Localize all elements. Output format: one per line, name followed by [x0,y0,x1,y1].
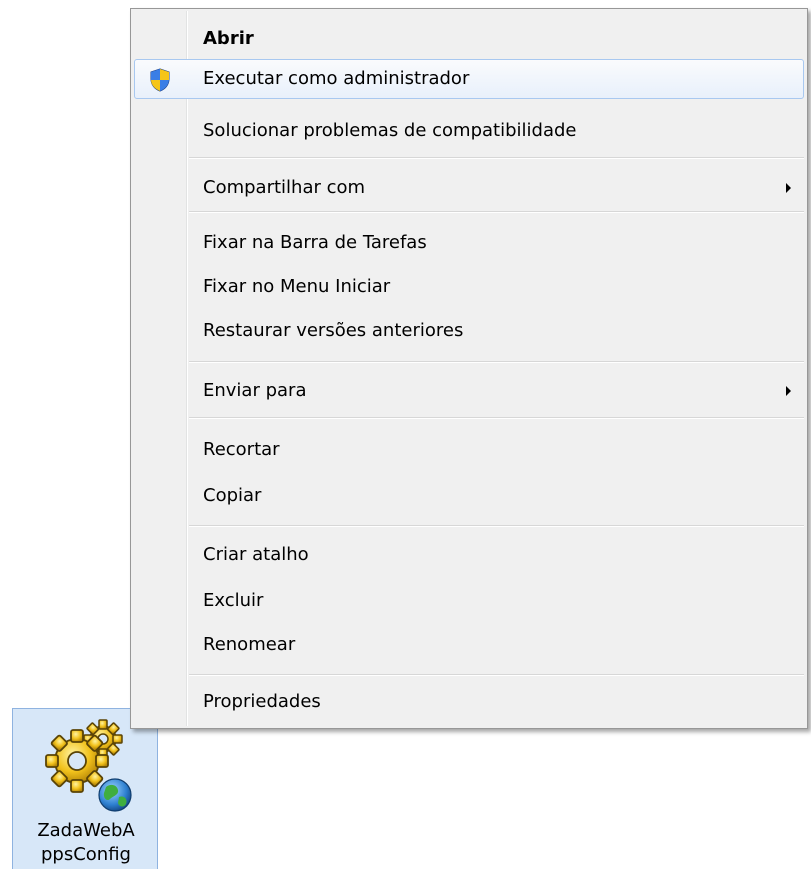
menu-separator [189,211,804,213]
menu-item-renomear[interactable]: Renomear [134,625,804,665]
menu-item-fixar-barra-tarefas[interactable]: Fixar na Barra de Tarefas [134,223,804,263]
menu-item-copiar[interactable]: Copiar [134,476,804,516]
menu-separator [189,674,804,676]
menu-item-criar-atalho[interactable]: Criar atalho [134,535,804,575]
menu-item-solucionar-problemas[interactable]: Solucionar problemas de compatibilidade [134,111,804,151]
menu-item-label: Enviar para [203,380,307,401]
desktop: ZadaWebA ppsConfig Abrir Executar como a… [0,0,811,869]
menu-item-excluir[interactable]: Excluir [134,581,804,621]
desktop-icon-label: ZadaWebA ppsConfig [37,820,135,865]
menu-item-enviar-para[interactable]: Enviar para [134,371,804,411]
menu-item-recortar[interactable]: Recortar [134,430,804,470]
menu-item-restaurar-versoes[interactable]: Restaurar versões anteriores [134,311,804,351]
gear-globe-icon [45,719,132,812]
menu-item-label: Renomear [203,634,296,655]
menu-separator [189,417,804,419]
menu-item-label: Copiar [203,485,262,506]
menu-separator [189,361,804,363]
menu-item-label: Solucionar problemas de compatibilidade [203,120,577,141]
desktop-icon-zadawebappsconfig[interactable]: ZadaWebA ppsConfig [12,708,158,869]
menu-item-executar-como-administrador[interactable]: Executar como administrador [134,59,804,99]
menu-item-label: Propriedades [203,691,321,712]
menu-item-label: Criar atalho [203,544,309,565]
context-menu: Abrir Executar como administrador Soluci… [130,8,808,729]
menu-item-label: Recortar [203,439,280,460]
menu-separator [189,157,804,159]
submenu-arrow-icon [786,183,791,193]
submenu-arrow-icon [786,386,791,396]
menu-item-fixar-menu-iniciar[interactable]: Fixar no Menu Iniciar [134,267,804,307]
menu-item-label: Fixar no Menu Iniciar [203,276,391,297]
menu-item-label: Abrir [203,28,254,49]
menu-item-label: Excluir [203,590,264,611]
menu-item-abrir[interactable]: Abrir [134,19,804,59]
menu-item-propriedades[interactable]: Propriedades [134,682,804,722]
menu-separator [189,525,804,527]
menu-item-compartilhar-com[interactable]: Compartilhar com [134,168,804,208]
menu-item-label: Restaurar versões anteriores [203,320,464,341]
menu-item-label: Compartilhar com [203,177,366,198]
menu-item-label: Executar como administrador [203,68,470,89]
menu-item-label: Fixar na Barra de Tarefas [203,232,427,253]
uac-shield-icon [150,68,170,92]
